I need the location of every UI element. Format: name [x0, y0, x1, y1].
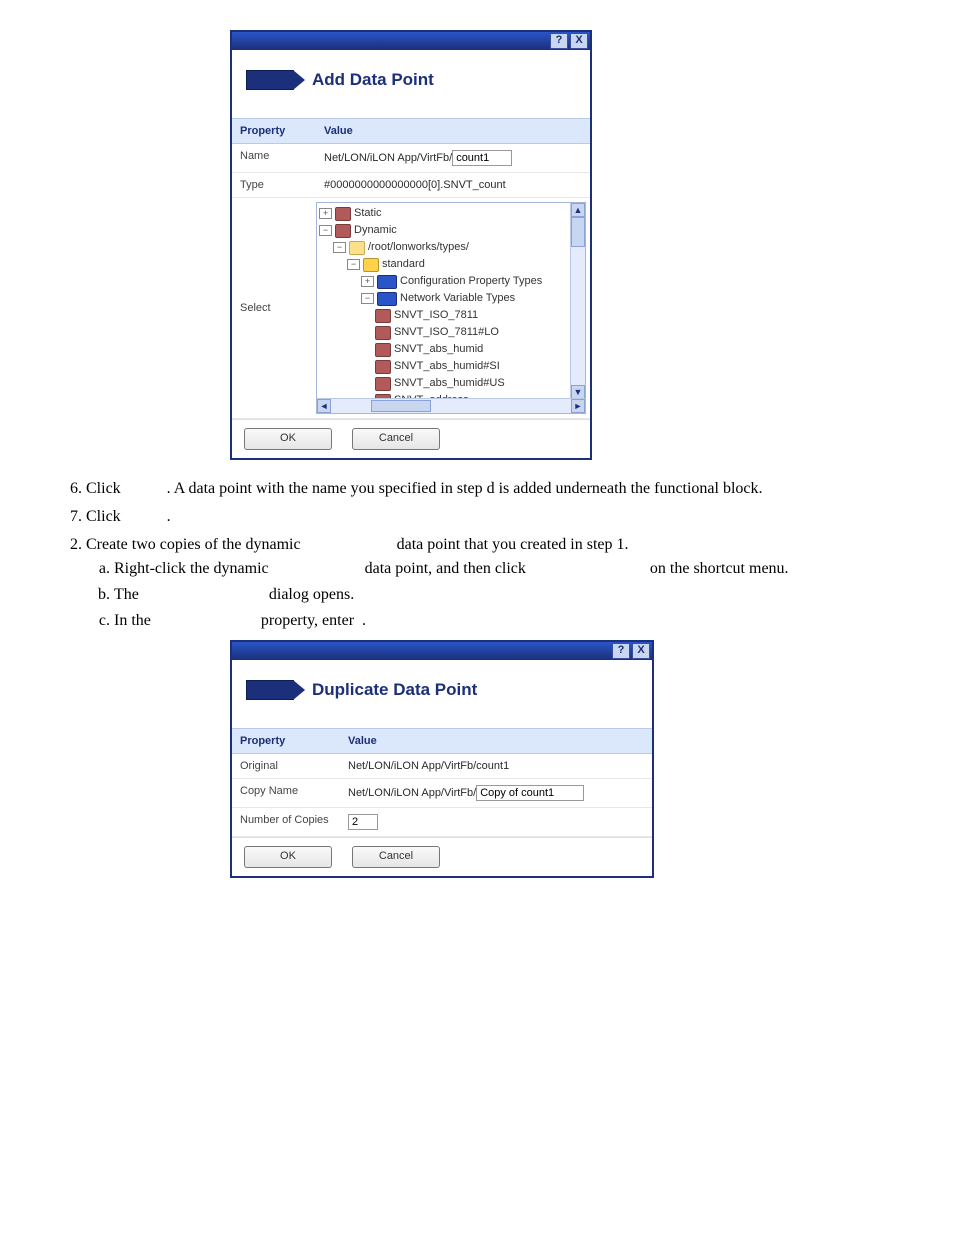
row-copies-label: Number of Copies — [232, 808, 340, 837]
titlebar: ? X — [232, 642, 652, 660]
col-value: Value — [316, 119, 590, 144]
var-icon — [375, 309, 391, 323]
arrow-banner-icon — [246, 70, 294, 90]
collapse-icon[interactable]: − — [361, 293, 374, 304]
tree-static[interactable]: Static — [354, 205, 382, 222]
collapse-icon[interactable]: − — [347, 259, 360, 270]
row-name-value: Net/LON/iLON App/VirtFb/ — [316, 144, 590, 173]
copies-input[interactable] — [348, 814, 378, 830]
row-type-label: Type — [232, 173, 316, 198]
name-input[interactable] — [452, 150, 512, 166]
tree-item[interactable]: SNVT_abs_humid#SI — [394, 358, 500, 375]
standard-icon — [363, 258, 379, 272]
tree-cfg[interactable]: Configuration Property Types — [400, 273, 542, 290]
step-7: Click. — [86, 508, 894, 526]
tree-item[interactable]: SNVT_ISO_7811 — [394, 307, 478, 324]
step-2c: In theproperty, enter . — [114, 612, 894, 630]
col-property: Property — [232, 119, 316, 144]
dialog-title: Add Data Point — [312, 70, 434, 90]
scroll-thumb[interactable] — [371, 400, 431, 412]
col-property: Property — [232, 729, 340, 754]
copyname-prefix: Net/LON/iLON App/VirtFb/ — [348, 787, 476, 799]
scroll-right-icon[interactable]: ► — [571, 399, 585, 413]
step-2: Create two copies of the dynamicdata poi… — [86, 536, 894, 630]
tree-dynamic[interactable]: Dynamic — [354, 222, 397, 239]
scroll-down-icon[interactable]: ▼ — [571, 385, 585, 399]
close-button[interactable]: X — [570, 33, 588, 49]
ok-button[interactable]: OK — [244, 846, 332, 868]
scroll-thumb[interactable] — [571, 217, 585, 247]
step-2a: Right-click the dynamicdata point, and t… — [114, 560, 894, 578]
arrow-banner-icon — [246, 680, 294, 700]
collapse-icon[interactable]: − — [319, 225, 332, 236]
tree-item[interactable]: SNVT_abs_humid — [394, 341, 483, 358]
type-tree[interactable]: +Static −Dynamic −/root/lonworks/types/ … — [316, 202, 586, 414]
tree-standard[interactable]: standard — [382, 256, 425, 273]
vertical-scrollbar[interactable]: ▲ ▼ — [570, 203, 585, 399]
close-button[interactable]: X — [632, 643, 650, 659]
copyname-input[interactable] — [476, 785, 584, 801]
help-button[interactable]: ? — [612, 643, 630, 659]
scroll-up-icon[interactable]: ▲ — [571, 203, 585, 217]
dialog-title: Duplicate Data Point — [312, 680, 477, 700]
step-2b: Thedialog opens. — [114, 586, 894, 604]
tag-icon — [377, 275, 397, 289]
row-select-label: Select — [232, 198, 316, 419]
dialog-button-row: OK Cancel — [232, 419, 590, 458]
help-button[interactable]: ? — [550, 33, 568, 49]
expand-icon[interactable]: + — [319, 208, 332, 219]
dialog-button-row: OK Cancel — [232, 837, 652, 876]
horizontal-scrollbar[interactable]: ◄ ► — [317, 398, 585, 413]
row-original-value: Net/LON/iLON App/VirtFb/count1 — [340, 754, 652, 779]
folder-icon — [349, 241, 365, 255]
cancel-button[interactable]: Cancel — [352, 428, 440, 450]
row-copies-value — [340, 808, 652, 837]
property-table: Property Value Name Net/LON/iLON App/Vir… — [232, 118, 590, 419]
var-icon — [375, 326, 391, 340]
ok-button[interactable]: OK — [244, 428, 332, 450]
scroll-left-icon[interactable]: ◄ — [317, 399, 331, 413]
property-table: Property Value Original Net/LON/iLON App… — [232, 728, 652, 837]
instruction-text: Click. A data point with the name you sp… — [60, 480, 894, 630]
col-value: Value — [340, 729, 652, 754]
tree-item[interactable]: SNVT_abs_humid#US — [394, 375, 505, 392]
name-prefix: Net/LON/iLON App/VirtFb/ — [324, 152, 452, 164]
row-type-value: #0000000000000000[0].SNVT_count — [316, 173, 590, 198]
tree-nvt[interactable]: Network Variable Types — [400, 290, 515, 307]
dialog-header: Duplicate Data Point — [232, 660, 652, 728]
duplicate-data-point-dialog: ? X Duplicate Data Point Property Value … — [230, 640, 654, 878]
dialog-header: Add Data Point — [232, 50, 590, 118]
var-icon — [375, 377, 391, 391]
row-copyname-value: Net/LON/iLON App/VirtFb/ — [340, 779, 652, 808]
gear-icon — [335, 207, 351, 221]
collapse-icon[interactable]: − — [333, 242, 346, 253]
titlebar: ? X — [232, 32, 590, 50]
tag-icon — [377, 292, 397, 306]
tree-item[interactable]: SNVT_ISO_7811#LO — [394, 324, 499, 341]
step-6: Click. A data point with the name you sp… — [86, 480, 894, 498]
var-icon — [375, 343, 391, 357]
row-original-label: Original — [232, 754, 340, 779]
gear-icon — [335, 224, 351, 238]
var-icon — [375, 360, 391, 374]
row-copyname-label: Copy Name — [232, 779, 340, 808]
row-name-label: Name — [232, 144, 316, 173]
tree-path[interactable]: /root/lonworks/types/ — [368, 239, 469, 256]
expand-icon[interactable]: + — [361, 276, 374, 287]
cancel-button[interactable]: Cancel — [352, 846, 440, 868]
add-data-point-dialog: ? X Add Data Point Property Value Name N… — [230, 30, 592, 460]
